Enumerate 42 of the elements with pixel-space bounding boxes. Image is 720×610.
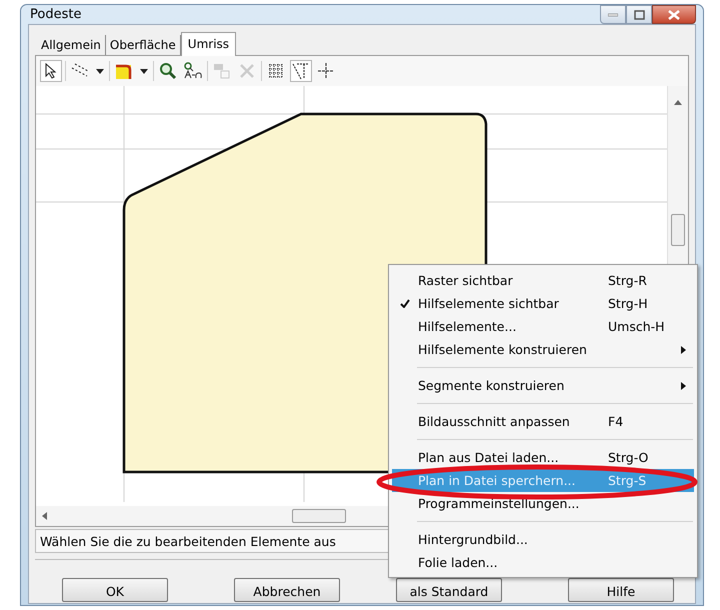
dashed-lines-icon xyxy=(71,63,89,79)
caret-icon xyxy=(140,68,148,74)
submenu-arrow-icon xyxy=(681,346,686,354)
window-title: Podeste xyxy=(29,7,82,22)
copy-icon xyxy=(213,62,231,80)
caret-icon xyxy=(96,68,104,74)
crosshair-icon xyxy=(317,62,335,80)
dialog-button[interactable]: Hilfe xyxy=(568,578,674,602)
scroll-up-icon xyxy=(674,100,682,105)
scroll-thumb[interactable] xyxy=(671,214,685,246)
scroll-left-icon xyxy=(42,512,47,520)
maximize-button[interactable] xyxy=(626,5,652,24)
menu-item[interactable]: Plan aus Datei laden... Strg-O xyxy=(392,446,694,469)
menu-item[interactable]: Segmente konstruieren xyxy=(392,374,694,397)
scroll-thumb[interactable] xyxy=(292,509,346,523)
dialog-button[interactable]: Abbrechen xyxy=(234,578,340,602)
menu-item[interactable]: Bildausschnitt anpassen F4 xyxy=(392,410,694,433)
menu-item[interactable]: Raster sichtbar Strg-R xyxy=(392,269,694,292)
tab[interactable]: Umriss xyxy=(180,32,236,56)
minimize-icon xyxy=(608,12,618,16)
measure-icon xyxy=(183,62,203,80)
guides-icon xyxy=(292,62,310,80)
menu-item[interactable]: Hilfselemente konstruieren xyxy=(392,338,694,361)
corner-icon xyxy=(115,62,133,80)
toolbar-button[interactable] xyxy=(290,60,312,82)
zoom-icon xyxy=(159,62,177,80)
menu-item[interactable]: Hilfselemente... Umsch-H xyxy=(392,315,694,338)
menu-item[interactable]: Hilfselemente sichtbar Strg-H xyxy=(392,292,694,315)
toolbar-button[interactable] xyxy=(157,60,179,82)
dialog-button[interactable]: als Standard xyxy=(396,578,502,602)
checkmark-icon xyxy=(400,299,410,308)
delete-icon xyxy=(239,63,255,79)
menu-item[interactable]: Folie laden... xyxy=(392,551,694,574)
menu-item[interactable]: Programmeinstellungen... xyxy=(392,492,694,515)
submenu-arrow-icon xyxy=(681,382,686,390)
maximize-icon xyxy=(634,10,644,20)
close-button[interactable] xyxy=(652,5,696,24)
pointer-icon xyxy=(45,63,57,79)
grid-icon xyxy=(268,63,284,79)
toolbar-button[interactable] xyxy=(40,60,62,82)
dialog-button[interactable]: OK xyxy=(62,578,168,602)
close-icon xyxy=(668,10,680,20)
